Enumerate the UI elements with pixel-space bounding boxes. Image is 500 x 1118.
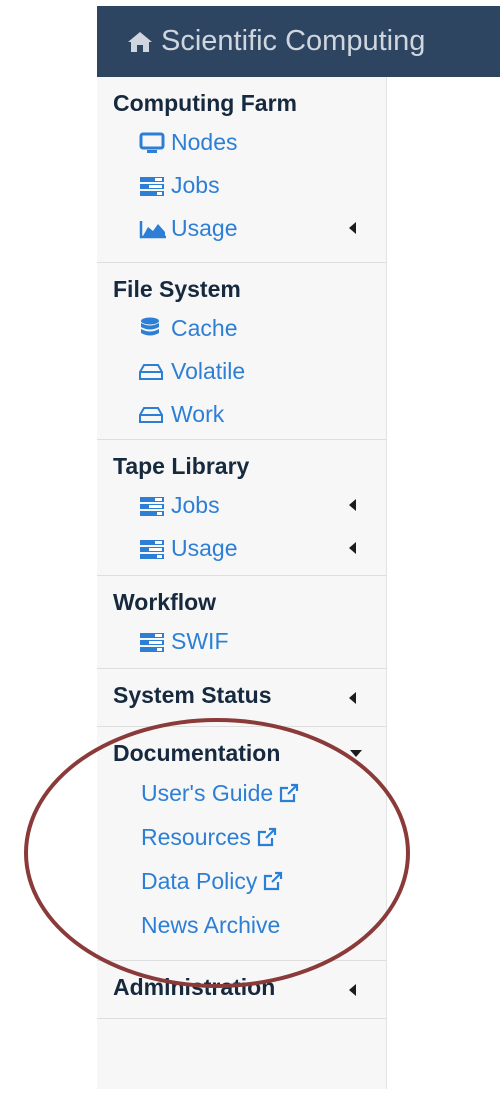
sidebar-item-swif[interactable]: SWIF — [113, 620, 386, 663]
sidebar-item-tape-jobs[interactable]: Jobs — [113, 484, 386, 527]
link-label: Resources — [141, 823, 251, 850]
external-link-icon — [280, 783, 299, 803]
chevron-left-icon[interactable] — [349, 499, 356, 511]
section-tape-library: Tape Library Jobs Usage — [97, 440, 386, 576]
sidebar-item-cache[interactable]: Cache — [113, 307, 386, 350]
external-link-icon — [257, 827, 277, 847]
section-computing-farm: Computing Farm Nodes Jobs Usage — [97, 77, 386, 263]
sidebar-item-label: Usage — [171, 535, 238, 561]
sidebar-item-volatile[interactable]: Volatile — [113, 350, 386, 393]
link-label: News Archive — [141, 911, 281, 938]
section-workflow: Workflow SWIF — [97, 576, 386, 669]
sidebar-item-jobs[interactable]: Jobs — [113, 164, 386, 207]
sidebar: Computing Farm Nodes Jobs Usage File Sys… — [97, 77, 387, 1089]
chevron-left-icon[interactable] — [349, 542, 356, 554]
section-title: Administration — [113, 974, 276, 1000]
sidebar-item-label: Jobs — [171, 172, 220, 198]
database-icon — [139, 317, 171, 341]
chevron-left-icon[interactable] — [349, 222, 356, 234]
chevron-down-icon[interactable] — [350, 750, 362, 757]
desktop-icon — [139, 131, 171, 155]
section-title: Tape Library — [113, 453, 250, 479]
section-system-status[interactable]: System Status — [97, 669, 386, 727]
sidebar-item-tape-usage[interactable]: Usage — [113, 527, 386, 570]
sidebar-item-label: Work — [171, 401, 225, 427]
doc-link-news-archive[interactable]: News Archive — [113, 903, 386, 947]
chevron-left-icon[interactable] — [349, 984, 356, 996]
section-title: System Status — [113, 682, 272, 708]
doc-link-resources[interactable]: Resources — [113, 815, 386, 859]
link-label: User's Guide — [141, 779, 274, 806]
sidebar-item-label: Jobs — [171, 492, 220, 518]
section-title: File System — [113, 276, 241, 302]
sidebar-item-label: Nodes — [171, 129, 238, 155]
hdd-icon — [139, 360, 171, 384]
sidebar-item-usage[interactable]: Usage — [113, 207, 386, 250]
link-label: Data Policy — [141, 867, 258, 894]
sidebar-item-nodes[interactable]: Nodes — [113, 121, 386, 164]
section-title: Computing Farm — [113, 90, 297, 116]
section-file-system: File System Cache Volatile Work — [97, 263, 386, 440]
section-administration[interactable]: Administration — [97, 961, 386, 1019]
sidebar-item-label: Volatile — [171, 358, 246, 384]
tasks-icon — [139, 537, 171, 561]
app-header[interactable]: Scientific Computing — [97, 6, 500, 77]
sidebar-item-label: Usage — [171, 215, 238, 241]
app-title: Scientific Computing — [161, 25, 426, 57]
chevron-left-icon[interactable] — [349, 692, 356, 704]
sidebar-item-work[interactable]: Work — [113, 393, 386, 436]
doc-link-data-policy[interactable]: Data Policy — [113, 859, 386, 903]
section-title: Documentation — [113, 740, 281, 766]
tasks-icon — [139, 494, 171, 518]
area-chart-icon — [139, 217, 171, 241]
tasks-icon — [139, 174, 171, 198]
tasks-icon — [139, 630, 171, 654]
doc-link-users-guide[interactable]: User's Guide — [113, 771, 386, 815]
home-icon — [128, 31, 152, 52]
hdd-icon — [139, 403, 171, 427]
external-link-icon — [264, 871, 283, 891]
sidebar-item-label: SWIF — [171, 628, 229, 654]
section-title: Workflow — [113, 589, 217, 615]
sidebar-item-label: Cache — [171, 315, 238, 341]
section-documentation: Documentation User's Guide Resources Dat… — [97, 727, 386, 961]
